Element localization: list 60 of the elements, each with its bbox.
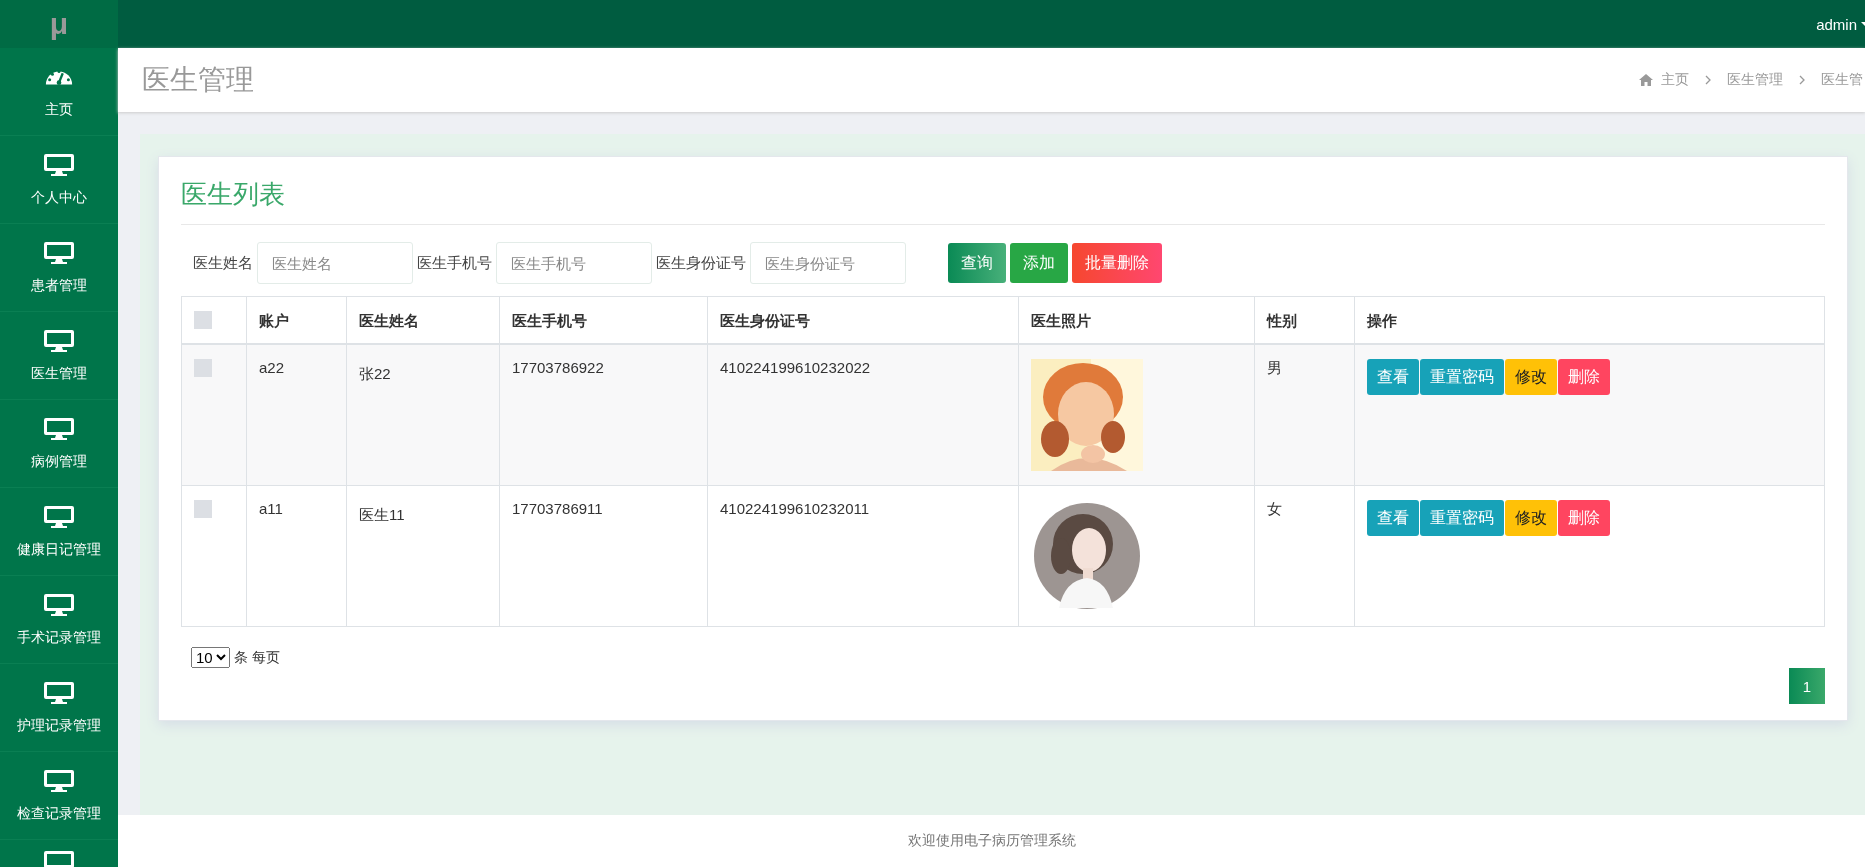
row-action-button[interactable]: 删除 — [1558, 359, 1610, 395]
breadcrumb-separator-icon — [1799, 75, 1805, 85]
monitor-icon — [44, 240, 74, 265]
table-cell: 女 — [1267, 500, 1282, 517]
user-menu[interactable]: admin — [1816, 15, 1865, 33]
row-action-button[interactable]: 查看 — [1367, 500, 1419, 536]
table-cell-text: 张22 — [359, 364, 391, 384]
breadcrumb-link[interactable]: 主页 — [1661, 71, 1689, 89]
input-field[interactable]: 医生身份证号 — [750, 242, 906, 284]
page-button[interactable]: 1 — [1789, 668, 1825, 704]
breadcrumb-separator-icon — [1705, 75, 1711, 85]
table-cell: 410224199610232022 — [720, 359, 871, 376]
column-header: 账户 — [259, 311, 289, 329]
page-size-label: 条 每页 — [234, 648, 280, 667]
filter-label: 医生姓名 — [193, 253, 253, 273]
breadcrumb-link[interactable]: 医生管 — [1821, 71, 1863, 89]
footer-text: 欢迎使用电子病历管理系统 — [907, 832, 1076, 850]
column-header: 性别 — [1267, 311, 1297, 329]
breadcrumb-link[interactable]: 医生管理 — [1727, 71, 1783, 89]
table-cell: 17703786922 — [512, 359, 604, 376]
page-title: 医生管理 — [142, 63, 254, 97]
monitor-icon — [44, 152, 74, 177]
action-button[interactable]: 批量删除 — [1072, 243, 1162, 283]
column-header: 医生照片 — [1031, 311, 1091, 329]
logo: μ — [0, 0, 118, 48]
card-title: 医生列表 — [181, 177, 1825, 225]
input-field[interactable]: 医生姓名 — [257, 242, 413, 284]
monitor-icon — [44, 680, 74, 705]
action-button[interactable]: 查询 — [948, 243, 1006, 283]
table-cell-text: 医生11 — [359, 505, 405, 525]
monitor-icon — [44, 592, 74, 617]
checkbox[interactable] — [194, 359, 212, 377]
home-icon — [1639, 74, 1653, 86]
table-cell: a22 — [259, 359, 285, 376]
checkbox[interactable] — [194, 310, 212, 329]
row-action-button[interactable]: 重置密码 — [1420, 359, 1504, 395]
table-cell: 男 — [1267, 359, 1282, 376]
monitor-icon — [44, 504, 74, 529]
column-header: 操作 — [1367, 311, 1397, 329]
row-action-button[interactable]: 删除 — [1558, 500, 1610, 536]
page-size-select[interactable]: 10 — [191, 647, 230, 668]
table-cell: a11 — [259, 500, 283, 517]
column-header: 医生身份证号 — [720, 311, 810, 329]
row-action-button[interactable]: 重置密码 — [1420, 500, 1504, 536]
table-cell: 17703786911 — [512, 500, 603, 517]
action-button[interactable]: 添加 — [1010, 243, 1068, 283]
column-header: 医生姓名 — [359, 311, 419, 329]
monitor-icon — [44, 850, 74, 867]
column-header: 医生手机号 — [512, 311, 587, 329]
row-action-button[interactable]: 修改 — [1505, 359, 1557, 395]
row-action-button[interactable]: 查看 — [1367, 359, 1419, 395]
monitor-icon — [44, 328, 74, 353]
filter-label: 医生身份证号 — [656, 253, 746, 273]
input-field[interactable]: 医生手机号 — [496, 242, 652, 284]
monitor-icon — [44, 416, 74, 441]
monitor-icon — [44, 768, 74, 793]
filter-label: 医生手机号 — [417, 253, 492, 273]
row-action-button[interactable]: 修改 — [1505, 500, 1557, 536]
checkbox[interactable] — [194, 500, 212, 518]
table-cell: 410224199610232011 — [720, 500, 870, 517]
